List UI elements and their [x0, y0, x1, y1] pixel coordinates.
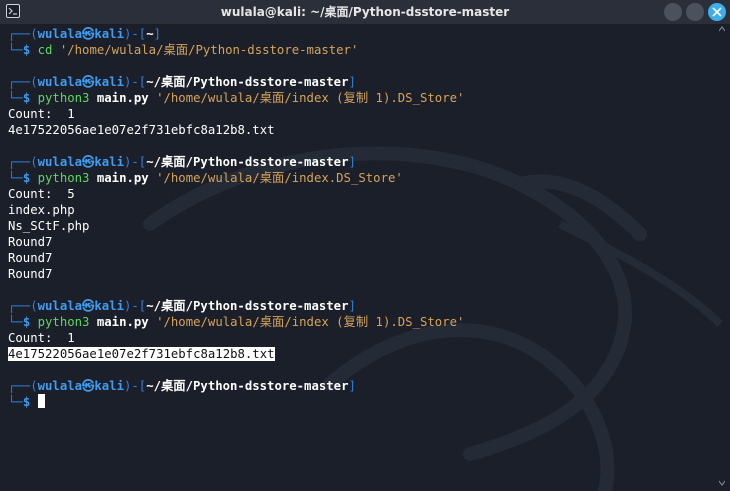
output-line: Count: 1 — [8, 331, 75, 345]
minimize-icon[interactable] — [664, 3, 682, 21]
title-bar[interactable]: wulala@kali: ~/桌面/Python-dsstore-master — [0, 0, 730, 25]
output-line: Ns_SCtF.php — [8, 219, 90, 233]
prompt-line: ┌──(wulala㉿kali)-[~] — [8, 27, 162, 41]
selected-output-line[interactable]: 4e17522056ae1e07e2f731ebfc8a12b8.txt — [8, 346, 713, 362]
command-line: └─$ cd '/home/wulala/桌面/Python-dsstore-m… — [8, 43, 359, 57]
scrollbar[interactable] — [719, 26, 725, 486]
maximize-icon[interactable] — [686, 3, 704, 21]
output-line: Round7 — [8, 235, 53, 249]
output-line: 4e17522056ae1e07e2f731ebfc8a12b8.txt — [8, 123, 275, 137]
command-line: └─$ python3 main.py '/home/wulala/桌面/ind… — [8, 315, 465, 329]
window-title: wulala@kali: ~/桌面/Python-dsstore-master — [220, 5, 510, 19]
prompt-line: ┌──(wulala㉿kali)-[~/桌面/Python-dsstore-ma… — [8, 299, 356, 313]
output-line: Count: 1 — [8, 107, 75, 121]
command-line: └─$ python3 main.py '/home/wulala/桌面/ind… — [8, 171, 403, 185]
command-line: └─$ python3 main.py '/home/wulala/桌面/ind… — [8, 91, 465, 105]
active-command-line[interactable]: └─$ — [8, 394, 713, 410]
close-icon[interactable] — [708, 3, 726, 21]
output-line: Round7 — [8, 267, 53, 281]
output-line: Count: 5 — [8, 187, 75, 201]
prompt-line: ┌──(wulala㉿kali)-[~/桌面/Python-dsstore-ma… — [8, 155, 356, 169]
selected-text[interactable]: 4e17522056ae1e07e2f731ebfc8a12b8.txt — [8, 347, 275, 361]
prompt-line: ┌──(wulala㉿kali)-[~/桌面/Python-dsstore-ma… — [8, 75, 356, 89]
output-line: Round7 — [8, 251, 53, 265]
prompt-line: ┌──(wulala㉿kali)-[~/桌面/Python-dsstore-ma… — [8, 379, 356, 393]
terminal-output[interactable]: ┌──(wulala㉿kali)-[~] └─$ cd '/home/wulal… — [8, 26, 713, 491]
output-line: index.php — [8, 203, 75, 217]
terminal-window[interactable]: wulala@kali: ~/桌面/Python-dsstore-master … — [0, 0, 730, 491]
text-cursor — [37, 394, 45, 408]
